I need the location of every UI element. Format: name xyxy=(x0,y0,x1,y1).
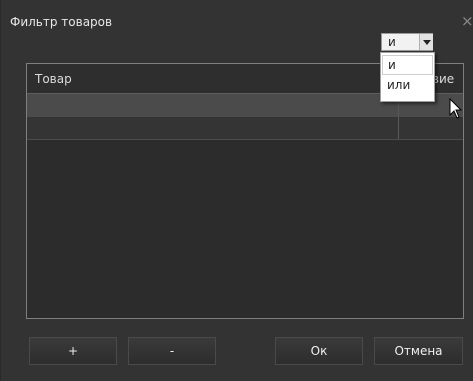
condition-select[interactable]: и xyxy=(381,33,433,51)
dialog-title: Фильтр товаров xyxy=(10,15,113,29)
cell-divider xyxy=(398,117,399,139)
condition-dropdown-list: и или xyxy=(380,52,435,102)
ok-button[interactable]: Ок xyxy=(275,337,363,365)
condition-select-button[interactable] xyxy=(419,34,433,50)
add-button[interactable]: + xyxy=(29,337,117,365)
table-row[interactable] xyxy=(27,117,463,140)
filter-dialog: Фильтр товаров × Товар Условие и и или +… xyxy=(0,0,473,381)
cancel-button[interactable]: Отмена xyxy=(374,337,463,365)
dropdown-option-and[interactable]: и xyxy=(382,55,433,75)
close-icon[interactable]: × xyxy=(461,13,473,29)
remove-button[interactable]: - xyxy=(128,337,216,365)
condition-select-value: и xyxy=(388,35,396,49)
dropdown-option-or[interactable]: или xyxy=(382,76,433,96)
column-header-product[interactable]: Товар xyxy=(35,72,72,86)
mouse-pointer-icon xyxy=(449,98,463,119)
chevron-down-icon xyxy=(423,40,431,45)
